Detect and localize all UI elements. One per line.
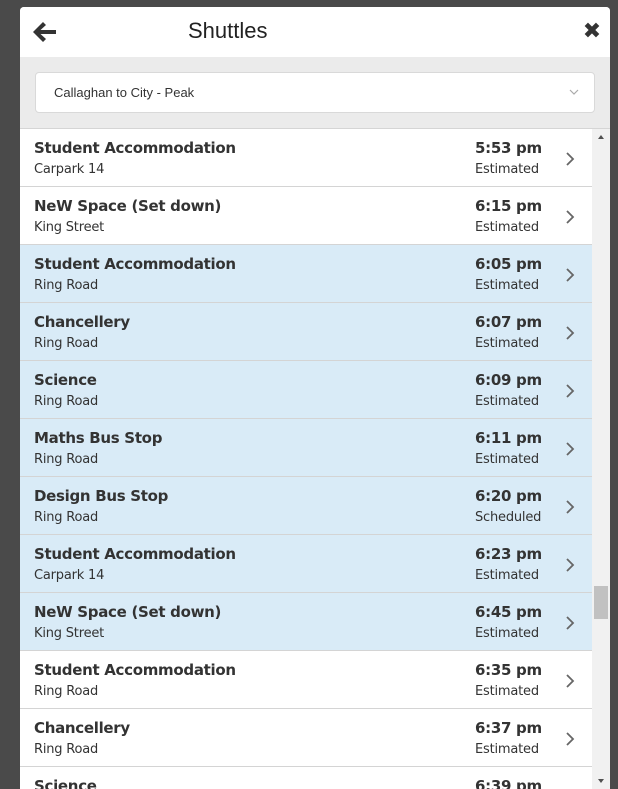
route-filter-area: Callaghan to City - Peak <box>20 57 610 129</box>
stop-street: Ring Road <box>34 278 99 293</box>
close-icon: ✖ <box>582 18 602 43</box>
departure-row[interactable]: Chancellery Ring Road 6:37 pm Estimated <box>20 709 592 767</box>
departure-row[interactable]: NeW Space (Set down) King Street 6:15 pm Es… <box>20 187 592 245</box>
departure-row[interactable]: Student Accommodation Carpark 14 5:53 pm Es… <box>20 129 592 187</box>
chevron-right-icon <box>566 674 575 688</box>
departure-status: Estimated <box>475 278 539 293</box>
departure-status: Estimated <box>475 626 539 641</box>
departure-time: 6:07 pm <box>475 313 542 331</box>
stop-street: Ring Road <box>34 336 99 351</box>
close-button[interactable]: ✖ <box>580 17 604 45</box>
stop-name: Science <box>34 371 97 389</box>
departure-time: 6:05 pm <box>475 255 542 273</box>
departure-status: Scheduled <box>475 510 542 525</box>
scroll-thumb[interactable] <box>594 586 608 619</box>
departure-status: Estimated <box>475 742 539 757</box>
departure-status: Estimated <box>475 684 539 699</box>
departure-status: Estimated <box>475 394 539 409</box>
departure-row[interactable]: Student Accommodation Ring Road 6:35 pm Est… <box>20 651 592 709</box>
departure-time: 6:45 pm <box>475 603 542 621</box>
departure-status: Estimated <box>475 220 539 235</box>
stop-name: Science <box>34 777 97 789</box>
departure-row[interactable]: ScienceRing Road6:39 pmEstimated <box>20 767 592 789</box>
stop-street: Ring Road <box>34 684 99 699</box>
chevron-right-icon <box>566 326 575 340</box>
stop-street: Ring Road <box>34 510 99 525</box>
scroll-down-icon <box>598 779 604 783</box>
stop-name: Student Accommodation <box>34 545 236 563</box>
departure-time: 6:09 pm <box>475 371 542 389</box>
stop-name: Student Accommodation <box>34 255 236 273</box>
stop-name: Chancellery <box>34 313 130 331</box>
departure-time: 6:23 pm <box>475 545 542 563</box>
departure-row[interactable]: Student Accommodation Ring Road 6:05 pm Est… <box>20 245 592 303</box>
stop-street: Carpark 14 <box>34 162 105 177</box>
chevron-right-icon <box>566 616 575 630</box>
stop-street: Ring Road <box>34 742 99 757</box>
departure-time: 6:11 pm <box>475 429 542 447</box>
stop-name: Chancellery <box>34 719 130 737</box>
departure-row[interactable]: NeW Space (Set down) King Street 6:45 pm Es… <box>20 593 592 651</box>
stop-name: Design Bus Stop <box>34 487 169 505</box>
route-select[interactable]: Callaghan to City - Peak <box>35 72 595 113</box>
scroll-up-icon <box>598 135 604 139</box>
page-title: Shuttles <box>188 18 268 43</box>
stop-name: NeW Space (Set down) <box>34 603 222 621</box>
departure-time: 6:15 pm <box>475 197 542 215</box>
departure-status: Estimated <box>475 162 539 177</box>
chevron-right-icon <box>566 732 575 746</box>
departure-row[interactable]: Chancellery Ring Road 6:07 pm Estimated <box>20 303 592 361</box>
modal-header: Shuttles ✖ <box>20 7 610 57</box>
stop-street: Ring Road <box>34 452 99 467</box>
chevron-right-icon <box>566 152 575 166</box>
departure-time: 6:39 pm <box>475 777 542 789</box>
departure-status: Estimated <box>475 568 539 583</box>
scroll-down-button[interactable] <box>592 772 610 789</box>
scroll-up-button[interactable] <box>592 129 610 146</box>
departure-time: 6:20 pm <box>475 487 542 505</box>
back-button[interactable] <box>30 18 60 46</box>
stop-street: King Street <box>34 220 105 235</box>
chevron-down-icon <box>569 89 579 95</box>
stop-name: Student Accommodation <box>34 139 236 157</box>
stop-street: King Street <box>34 626 105 641</box>
departure-row[interactable]: Maths Bus Stop Ring Road 6:11 pm Estimated <box>20 419 592 477</box>
chevron-right-icon <box>566 268 575 282</box>
departure-row[interactable]: Student Accommodation Carpark 14 6:23 pm Es… <box>20 535 592 593</box>
departure-time: 5:53 pm <box>475 139 542 157</box>
shuttles-modal: Shuttles ✖ Callaghan to City - Peak Stud… <box>20 7 610 789</box>
chevron-right-icon <box>566 210 575 224</box>
stop-street: Carpark 14 <box>34 568 105 583</box>
departure-status: Estimated <box>475 452 539 467</box>
departure-time: 6:37 pm <box>475 719 542 737</box>
stop-name: NeW Space (Set down) <box>34 197 222 215</box>
stop-name: Maths Bus Stop <box>34 429 163 447</box>
departure-row[interactable]: Science Ring Road 6:09 pm Estimated <box>20 361 592 419</box>
route-select-value: Callaghan to City - Peak <box>54 85 195 100</box>
scrollbar[interactable] <box>592 129 610 789</box>
departure-list: Student Accommodation Carpark 14 5:53 pm Es… <box>20 129 592 789</box>
departure-status: Estimated <box>475 336 539 351</box>
chevron-right-icon <box>566 384 575 398</box>
chevron-right-icon <box>566 442 575 456</box>
stop-street: Ring Road <box>34 394 99 409</box>
chevron-right-icon <box>566 500 575 514</box>
departure-time: 6:35 pm <box>475 661 542 679</box>
arrow-left-icon <box>33 22 56 42</box>
stop-name: Student Accommodation <box>34 661 236 679</box>
chevron-right-icon <box>566 558 575 572</box>
departure-row[interactable]: Design Bus Stop Ring Road 6:20 pm Scheduled <box>20 477 592 535</box>
